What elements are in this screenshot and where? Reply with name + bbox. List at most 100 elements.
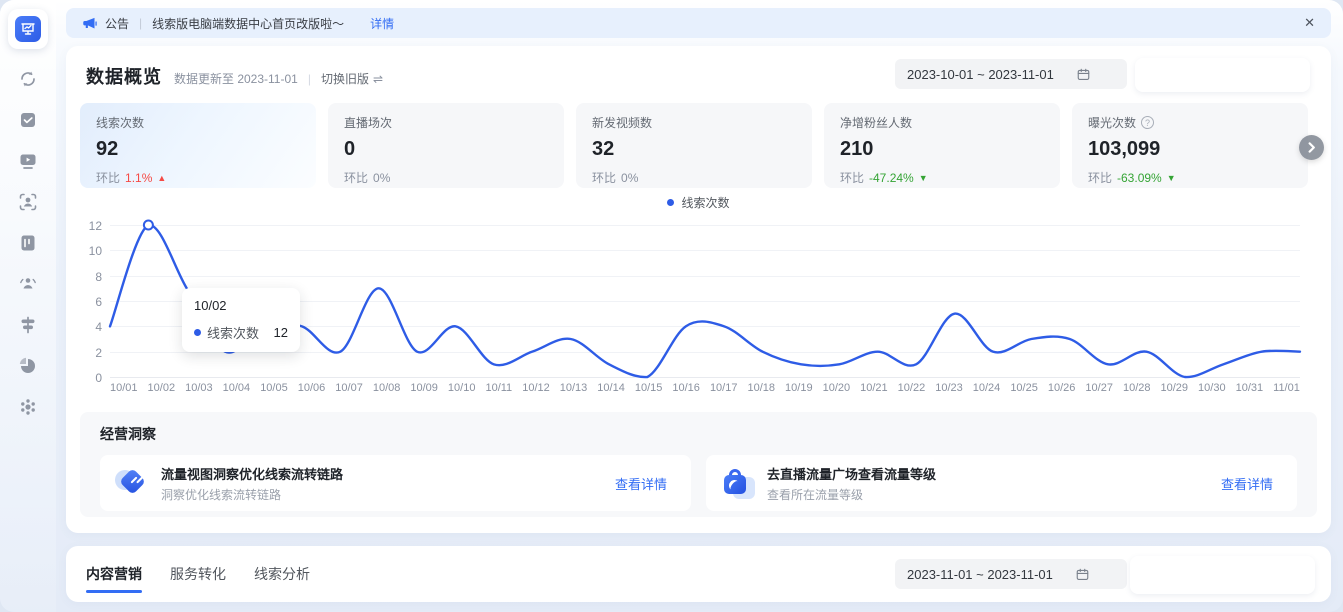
stat-compare-label: 环比 [840,169,864,186]
bottom-extra-panel[interactable] [1130,556,1315,594]
x-axis-label: 10/26 [1048,382,1076,394]
tab-service-conversion[interactable]: 服务转化 [170,547,226,601]
insight-card-traffic-view[interactable]: 流量视图洞察优化线索流转链路 洞察优化线索流转链路 查看详情 [100,455,691,511]
x-axis-label: 10/24 [973,382,1001,394]
sidebar-item-customer-focus[interactable] [17,191,39,213]
carousel-next-button[interactable] [1299,135,1324,160]
x-axis-label: 10/22 [898,382,926,394]
x-axis-label: 10/12 [522,382,550,394]
leads-trend-chart[interactable]: 024681012 10/02 线索次数 12 [110,225,1300,377]
announcement-separator: | [139,16,142,30]
stat-label: 线索次数 [96,114,300,131]
header-extra-panel[interactable] [1135,58,1310,92]
chart-tooltip: 10/02 线索次数 12 [182,288,300,352]
pie-chart-icon [18,356,38,376]
stat-card-row: 线索次数 92 环比 1.1% ▲ 直播场次 0 环比 0% 新发视频数 [80,103,1308,188]
stat-value: 210 [840,138,1044,161]
x-axis-label: 10/28 [1123,382,1151,394]
sidebar-item-data-overview[interactable] [8,9,48,49]
stat-compare-value: -47.24% [869,171,914,185]
insight-subtitle: 洞察优化线索流转链路 [161,486,343,503]
x-axis-label: 10/20 [823,382,851,394]
x-axis-label: 10/06 [298,382,326,394]
stat-compare-value: -63.09% [1117,171,1162,185]
stat-value: 92 [96,138,300,161]
stat-value: 0 [344,138,548,161]
x-axis-label: 10/03 [185,382,213,394]
stat-card-net-followers[interactable]: 净增粉丝人数 210 环比 -47.24% ▼ [824,103,1060,188]
app-window: 公告 | 线索版电脑端数据中心首页改版啦～ 详情 ✕ 数据概览 数据更新至 20… [0,0,1343,612]
stat-card-live-sessions[interactable]: 直播场次 0 环比 0% [328,103,564,188]
calendar-icon [1075,567,1090,582]
tab-leads-analysis[interactable]: 线索分析 [254,547,310,601]
x-axis-label: 10/14 [597,382,625,394]
close-icon[interactable]: ✕ [1304,15,1315,31]
y-axis-label: 6 [95,295,102,309]
y-axis-label: 2 [95,346,102,360]
x-axis-label: 10/18 [747,382,775,394]
tooltip-series-name: 线索次数 [207,323,259,342]
sidebar-item-pie-chart[interactable] [17,355,39,377]
sidebar-item-tasks[interactable] [17,109,39,131]
legend-label: 线索次数 [681,194,729,211]
insight-title: 去直播流量广场查看流量等级 [767,464,936,483]
team-icon [18,274,38,294]
bottom-date-range-picker[interactable]: 2023-11-01 ~ 2023-11-01 [895,559,1127,589]
header-separator: | [308,72,311,86]
insights-section: 经营洞察 流量视图洞察优化线索流转链路 洞察优化线索流转链路 查看详情 去直播流… [80,412,1317,517]
date-range-value: 2023-10-01 ~ 2023-11-01 [907,67,1054,82]
bottom-section-card: 内容营销 服务转化 线索分析 2023-11-01 ~ 2023-11-01 [66,546,1331,602]
x-axis-label: 10/17 [710,382,738,394]
sync-icon [18,69,38,89]
notebook-icon [18,233,38,253]
x-axis-label: 10/16 [672,382,700,394]
announcement-label: 公告 [105,15,129,32]
x-axis-label: 10/30 [1198,382,1226,394]
sidebar-item-video[interactable] [17,150,39,172]
stat-compare-value: 0% [373,171,390,185]
stat-compare-label: 环比 [344,169,368,186]
insight-card-live-plaza[interactable]: 去直播流量广场查看流量等级 查看所在流量等级 查看详情 [706,455,1297,511]
sidebar-item-team[interactable] [17,273,39,295]
sidebar-item-notebook[interactable] [17,232,39,254]
tooltip-dot-icon [194,329,201,336]
y-axis-label: 12 [89,219,102,233]
announcement-text: 线索版电脑端数据中心首页改版啦～ [152,15,344,32]
swap-icon: ⇌ [373,72,383,86]
tab-content-marketing[interactable]: 内容营销 [86,547,142,601]
view-details-link[interactable]: 查看详情 [615,474,667,493]
x-axis-label: 10/21 [860,382,888,394]
sidebar-item-apps[interactable] [17,396,39,418]
sidebar-item-signpost[interactable] [17,314,39,336]
tooltip-value: 12 [274,325,288,340]
stat-label: 曝光次数? [1088,114,1292,131]
switch-old-version-link[interactable]: 切换旧版⇌ [321,70,383,87]
stat-card-impressions[interactable]: 曝光次数? 103,099 环比 -63.09% ▼ [1072,103,1308,188]
stat-compare-value: 0% [621,171,638,185]
x-axis-label: 10/11 [485,382,512,394]
chart-legend[interactable]: 线索次数 [66,194,1331,211]
x-axis-label: 10/02 [148,382,176,394]
stat-compare-label: 环比 [1088,169,1112,186]
stat-label: 新发视频数 [592,114,796,131]
highlight-point[interactable] [144,221,153,230]
data-overview-icon [15,16,41,42]
legend-dot-icon [667,199,674,206]
help-icon[interactable]: ? [1141,116,1154,129]
stat-compare: 环比 -47.24% ▼ [840,169,1044,186]
date-range-picker[interactable]: 2023-10-01 ~ 2023-11-01 [895,59,1127,89]
x-axis: 10/0110/0210/0310/0410/0510/0610/0710/08… [110,382,1300,394]
stat-compare: 环比 0% [344,169,548,186]
stat-label: 直播场次 [344,114,548,131]
announcement-detail-link[interactable]: 详情 [370,15,394,32]
signpost-icon [18,315,38,335]
stat-card-leads[interactable]: 线索次数 92 环比 1.1% ▲ [80,103,316,188]
x-axis-label: 10/05 [260,382,288,394]
trend-arrow-icon: ▼ [919,173,928,183]
sidebar-item-sync[interactable] [17,68,39,90]
tooltip-date: 10/02 [194,298,288,313]
view-details-link[interactable]: 查看详情 [1221,474,1273,493]
megaphone-icon [82,16,97,31]
stat-card-new-videos[interactable]: 新发视频数 32 环比 0% [576,103,812,188]
trend-arrow-icon: ▲ [157,173,166,183]
